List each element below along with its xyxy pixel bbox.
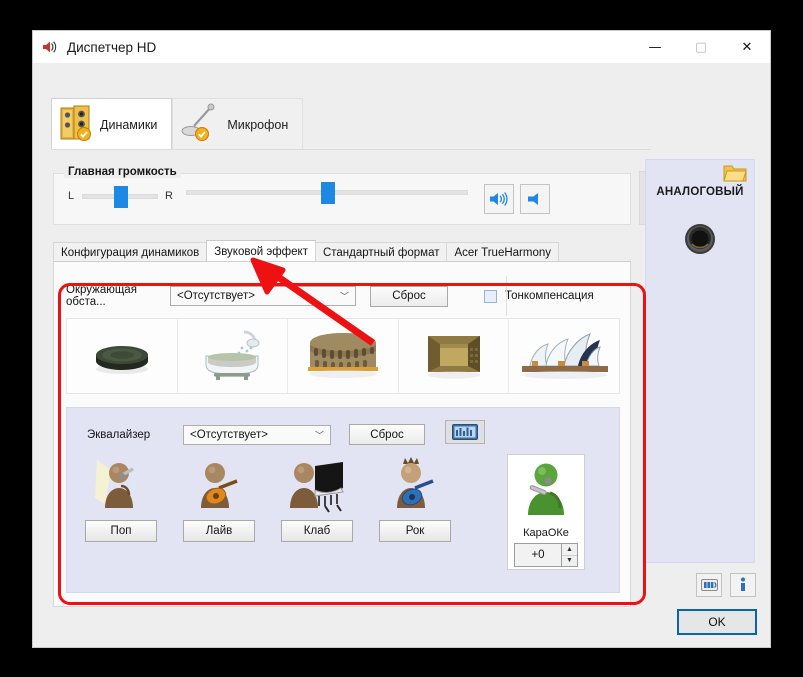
stone-room-icon	[423, 328, 485, 385]
bathtub-icon	[196, 326, 268, 387]
connector-type-label: АНАЛОГОВЫЙ	[646, 186, 754, 198]
spinner-down-icon[interactable]: ▼	[562, 556, 577, 567]
pianist-icon	[285, 452, 349, 514]
environment-preset-bathtub[interactable]	[178, 319, 289, 393]
environment-value: <Отсутствует>	[177, 290, 255, 302]
guitarist-icon	[189, 452, 249, 514]
device-tab-underline	[51, 149, 651, 150]
balance-left-label: L	[66, 190, 76, 202]
spinner-up-icon[interactable]: ▲	[562, 544, 577, 556]
rocker-icon	[385, 452, 445, 514]
equalizer-panel: Эквалайзер <Отсутствует> ﹀ Сброс	[66, 407, 620, 593]
equalizer-value: <Отсутствует>	[190, 429, 268, 441]
device-tab-microphone[interactable]: Микрофон	[172, 98, 303, 150]
tab-speaker-configuration[interactable]: Конфигурация динамиков	[53, 242, 207, 262]
balance-slider[interactable]: L R	[66, 190, 174, 202]
equalizer-row: Эквалайзер <Отсутствует> ﹀ Сброс	[87, 424, 425, 445]
sound-effect-panel: Окружающая обста... <Отсутствует> ﹀ Сбро…	[53, 262, 631, 607]
opera-house-icon	[516, 328, 612, 385]
singer-icon	[91, 452, 151, 514]
device-info-icon[interactable]	[696, 573, 722, 597]
ok-button[interactable]: OK	[678, 610, 756, 634]
balance-right-label: R	[164, 190, 174, 202]
equalizer-preset-rock-button[interactable]: Рок	[379, 520, 451, 542]
equalizer-graph-icon[interactable]	[445, 420, 485, 444]
device-tab-strip: Динамики Микрофон	[51, 98, 651, 150]
speaker-on-icon[interactable]	[484, 184, 514, 214]
environment-combobox[interactable]: <Отсутствует> ﹀	[170, 286, 356, 306]
master-volume-slider[interactable]	[186, 190, 468, 195]
environment-preset-opera-house[interactable]	[509, 319, 619, 393]
equalizer-preset-pop[interactable]: Поп	[83, 452, 159, 542]
microphone-icon	[181, 103, 221, 146]
chevron-down-icon[interactable]: ﹀	[315, 428, 324, 441]
master-volume-thumb[interactable]	[321, 182, 335, 204]
balance-track[interactable]	[82, 194, 158, 199]
tab-default-format[interactable]: Стандартный формат	[315, 242, 448, 262]
hd-audio-manager-window: Диспетчер HD — ▢ ✕	[32, 30, 771, 648]
karaoke-value[interactable]: +0	[514, 543, 562, 567]
environment-preset-colosseum[interactable]	[288, 319, 399, 393]
speakers-icon	[60, 103, 94, 146]
close-button[interactable]: ✕	[724, 31, 770, 63]
device-tab-speakers-label: Динамики	[100, 118, 157, 132]
client-area: Динамики Микрофон Главная громкость	[33, 63, 770, 647]
tab-sound-effect[interactable]: Звуковой эффект	[206, 240, 316, 262]
bottom-icon-bar	[696, 573, 756, 597]
karaoke-label: КараОКе	[523, 527, 569, 539]
master-volume-track[interactable]	[186, 190, 468, 195]
environment-row: Окружающая обста... <Отсутствует> ﹀ Сбро…	[66, 283, 620, 309]
divider	[506, 276, 507, 316]
folder-icon[interactable]	[722, 162, 748, 189]
karaoke-box: КараОКе +0 ▲ ▼	[507, 454, 585, 570]
mute-icon[interactable]	[520, 184, 550, 214]
equalizer-preset-live-button[interactable]: Лайв	[183, 520, 255, 542]
master-volume-group: Главная громкость L R	[53, 173, 631, 225]
karaoke-spinner-arrows: ▲ ▼	[562, 543, 578, 567]
settings-tab-strip: Конфигурация динамиков Звуковой эффект С…	[53, 240, 631, 262]
information-icon[interactable]	[730, 573, 756, 597]
colosseum-icon	[304, 327, 382, 386]
environment-preset-strip	[66, 318, 620, 394]
equalizer-label: Эквалайзер	[87, 429, 183, 441]
equalizer-preset-club[interactable]: Клаб	[279, 452, 355, 542]
environment-label: Окружающая обста...	[66, 284, 170, 308]
device-tab-speakers[interactable]: Динамики	[51, 98, 172, 150]
equalizer-combobox[interactable]: <Отсутствует> ﹀	[183, 425, 331, 445]
karaoke-singer-icon	[519, 459, 573, 526]
equalizer-preset-club-button[interactable]: Клаб	[281, 520, 353, 542]
master-volume-legend: Главная громкость	[64, 166, 181, 178]
loudness-checkbox[interactable]	[484, 290, 497, 303]
minimize-button[interactable]: —	[632, 31, 678, 63]
chevron-down-icon[interactable]: ﹀	[340, 290, 349, 303]
device-tab-microphone-label: Микрофон	[227, 118, 288, 132]
maximize-button[interactable]: ▢	[678, 31, 724, 63]
title-bar: Диспетчер HD — ▢ ✕	[33, 31, 770, 63]
window-title: Диспетчер HD	[67, 40, 156, 55]
audio-jack-icon[interactable]	[683, 222, 717, 261]
environment-reset-button[interactable]: Сброс	[370, 286, 448, 307]
karaoke-spinner[interactable]: +0 ▲ ▼	[514, 543, 578, 567]
equalizer-reset-button[interactable]: Сброс	[349, 424, 425, 445]
environment-preset-stone-room[interactable]	[399, 319, 510, 393]
connector-sidebar: АНАЛОГОВЫЙ	[645, 159, 755, 563]
equalizer-preset-rock[interactable]: Рок	[377, 452, 453, 542]
environment-preset-stone-disc[interactable]	[67, 319, 178, 393]
equalizer-preset-live[interactable]: Лайв	[181, 452, 257, 542]
equalizer-preset-pop-button[interactable]: Поп	[85, 520, 157, 542]
loudness-label: Тонкомпенсация	[505, 290, 594, 302]
balance-thumb[interactable]	[114, 186, 128, 208]
speaker-icon	[41, 38, 59, 56]
stone-disc-icon	[89, 331, 155, 382]
tab-acer-trueharmony[interactable]: Acer TrueHarmony	[446, 242, 559, 262]
window-controls: — ▢ ✕	[632, 31, 770, 63]
